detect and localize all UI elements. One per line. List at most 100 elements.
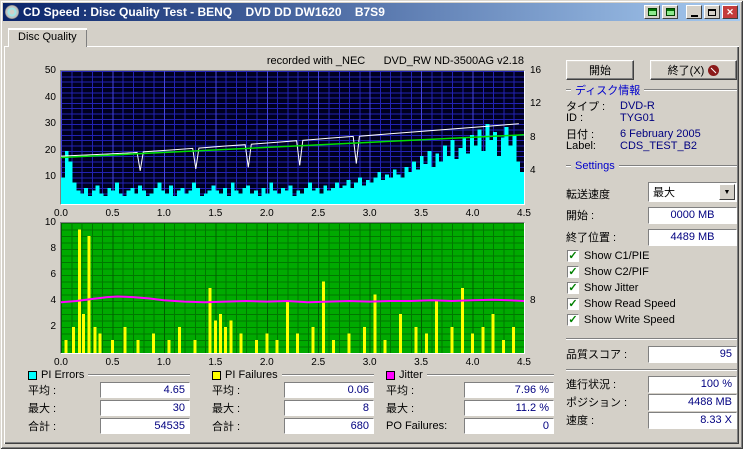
stat-label: 最大 : xyxy=(28,403,57,415)
exit-button[interactable]: 終了(X) xyxy=(650,60,737,80)
legend-group-pi-failures: PI Failures 平均 : 0.06 最大 : 8 合計 : 680 xyxy=(212,369,374,435)
stat-row: 最大 : 8 xyxy=(212,399,374,417)
end-position-field[interactable]: 4489 MB xyxy=(648,228,737,246)
end-position-row: 終了位置 : 4489 MB xyxy=(566,228,737,246)
stat-label: PO Failures: xyxy=(386,420,448,432)
start-position-row: 開始 : 0000 MB xyxy=(566,206,737,224)
disc-label-value: CDS_TEST_B2 xyxy=(620,140,698,152)
check-icon: ✓ xyxy=(568,298,578,310)
axis-tick-label: 10 xyxy=(44,171,56,183)
legend-label: PI Failures xyxy=(225,369,278,381)
pi-errors-left-axis: 50 40 30 20 10 xyxy=(18,65,58,205)
tab-disc-quality[interactable]: Disc Quality xyxy=(8,28,87,47)
checkbox-box[interactable]: ✓ xyxy=(567,282,579,294)
pi-errors-total-value: 54535 xyxy=(100,418,190,434)
divider xyxy=(88,374,190,376)
stat-row: 最大 : 30 xyxy=(28,399,190,417)
pi-failures-swatch-icon xyxy=(212,370,221,380)
minimize-button[interactable] xyxy=(686,5,702,19)
progress-row: 進行状況 : 100 % xyxy=(566,375,737,393)
divider xyxy=(566,369,737,371)
stat-row: 平均 : 7.96 % xyxy=(386,381,554,399)
stat-label: 平均 : xyxy=(386,385,415,397)
axis-tick-label: 0.0 xyxy=(54,357,68,368)
titlebar[interactable]: CD Speed : Disc Quality Test - BENQ DVD … xyxy=(3,3,740,21)
checkbox-show-c2-pif[interactable]: ✓ Show C2/PIF xyxy=(567,266,649,278)
exit-icon xyxy=(708,64,720,76)
start-button-label: 開始 xyxy=(589,65,611,77)
stat-label: 合計 : xyxy=(28,421,57,433)
quality-score-row: 品質スコア : 95 xyxy=(566,345,737,363)
axis-tick-label: 20 xyxy=(44,144,56,156)
section-title: ディスク情報 xyxy=(575,85,641,97)
axis-tick-label: 1.5 xyxy=(208,208,223,219)
checkbox-box[interactable]: ✓ xyxy=(567,266,579,278)
field-label: Label: xyxy=(566,140,596,152)
app-icon xyxy=(5,5,19,19)
pi-errors-swatch-icon xyxy=(28,370,37,380)
checkbox-label: Show C1/PIE xyxy=(584,250,650,262)
axis-tick-label: 0.5 xyxy=(105,208,120,219)
checkbox-show-read-speed[interactable]: ✓ Show Read Speed xyxy=(567,298,676,310)
disc-date-value: 6 February 2005 xyxy=(620,128,701,140)
axis-tick-label: 8 xyxy=(50,243,56,254)
axis-tick-label: 30 xyxy=(44,118,56,130)
speed-row: 速度 : 8.33 X xyxy=(566,411,737,429)
stat-row: 平均 : 0.06 xyxy=(212,381,374,399)
axis-tick-label: 4 xyxy=(50,295,56,306)
save-tool-icon-button[interactable] xyxy=(662,5,678,19)
axis-tick-label: 3.0 xyxy=(362,357,377,368)
checkbox-show-write-speed[interactable]: ✓ Show Write Speed xyxy=(567,314,675,326)
graph-tool-icon-button[interactable] xyxy=(644,5,660,19)
stat-row: 合計 : 54535 xyxy=(28,417,190,435)
legend-label: PI Errors xyxy=(41,369,85,381)
chevron-down-icon: ▼ xyxy=(723,188,731,196)
axis-tick-label: 3.5 xyxy=(414,357,429,368)
app-window: CD Speed : Disc Quality Test - BENQ DVD … xyxy=(0,0,743,449)
transfer-speed-select[interactable]: 最大 ▼ xyxy=(648,182,737,202)
check-icon: ✓ xyxy=(568,282,578,294)
transfer-speed-value: 最大 xyxy=(653,187,675,199)
jitter-max-value: 11.2 % xyxy=(464,400,554,416)
po-failures-value: 0 xyxy=(464,418,554,434)
checkbox-show-jitter[interactable]: ✓ Show Jitter xyxy=(567,282,638,294)
close-button[interactable]: ✕ xyxy=(722,5,738,19)
recorded-with-annotation: recorded with _NEC DVD_RW ND-3500AG v2.1… xyxy=(266,55,524,67)
progress-value: 100 % xyxy=(648,375,737,393)
field-label: ポジション : xyxy=(566,397,628,409)
combo-dropdown-button[interactable]: ▼ xyxy=(719,184,735,200)
start-position-field[interactable]: 0000 MB xyxy=(648,206,737,224)
checkbox-box[interactable]: ✓ xyxy=(567,250,579,262)
stat-label: 平均 : xyxy=(212,385,241,397)
divider xyxy=(281,374,374,376)
checkbox-label: Show Read Speed xyxy=(584,298,676,310)
checkbox-box[interactable]: ✓ xyxy=(567,298,579,310)
exit-button-label: 終了(X) xyxy=(667,65,705,77)
field-label: 品質スコア : xyxy=(566,349,628,361)
field-label: 速度 : xyxy=(566,415,595,427)
position-row: ポジション : 4488 MB xyxy=(566,393,737,411)
stat-label: 合計 : xyxy=(212,421,241,433)
section-title: Settings xyxy=(575,160,615,172)
axis-tick-label: 12 xyxy=(530,98,542,110)
axis-tick-label: 4.5 xyxy=(517,208,531,219)
divider xyxy=(566,338,737,340)
pi-failures-max-value: 8 xyxy=(284,400,374,416)
axis-tick-label: 50 xyxy=(44,65,56,76)
disc-info-header: ディスク情報 xyxy=(566,82,737,98)
maximize-button[interactable] xyxy=(704,5,720,19)
jitter-swatch-icon xyxy=(386,370,395,380)
checkbox-show-c1-pie[interactable]: ✓ Show C1/PIE xyxy=(567,250,649,262)
axis-tick-label: 2.5 xyxy=(311,208,326,219)
disc-type-value: DVD-R xyxy=(620,100,655,112)
axis-tick-label: 6 xyxy=(50,269,56,280)
pi-errors-right-axis: 16 12 8 4 xyxy=(528,65,554,205)
start-button[interactable]: 開始 xyxy=(566,60,634,80)
axis-tick-label: 4 xyxy=(530,164,536,176)
axis-tick-label: 3.5 xyxy=(414,208,429,219)
checkbox-box[interactable]: ✓ xyxy=(567,314,579,326)
field-label: 終了位置 : xyxy=(566,232,617,244)
stat-row: 平均 : 4.65 xyxy=(28,381,190,399)
jitter-average-value: 7.96 % xyxy=(464,382,554,398)
axis-tick-label: 2 xyxy=(50,321,56,332)
